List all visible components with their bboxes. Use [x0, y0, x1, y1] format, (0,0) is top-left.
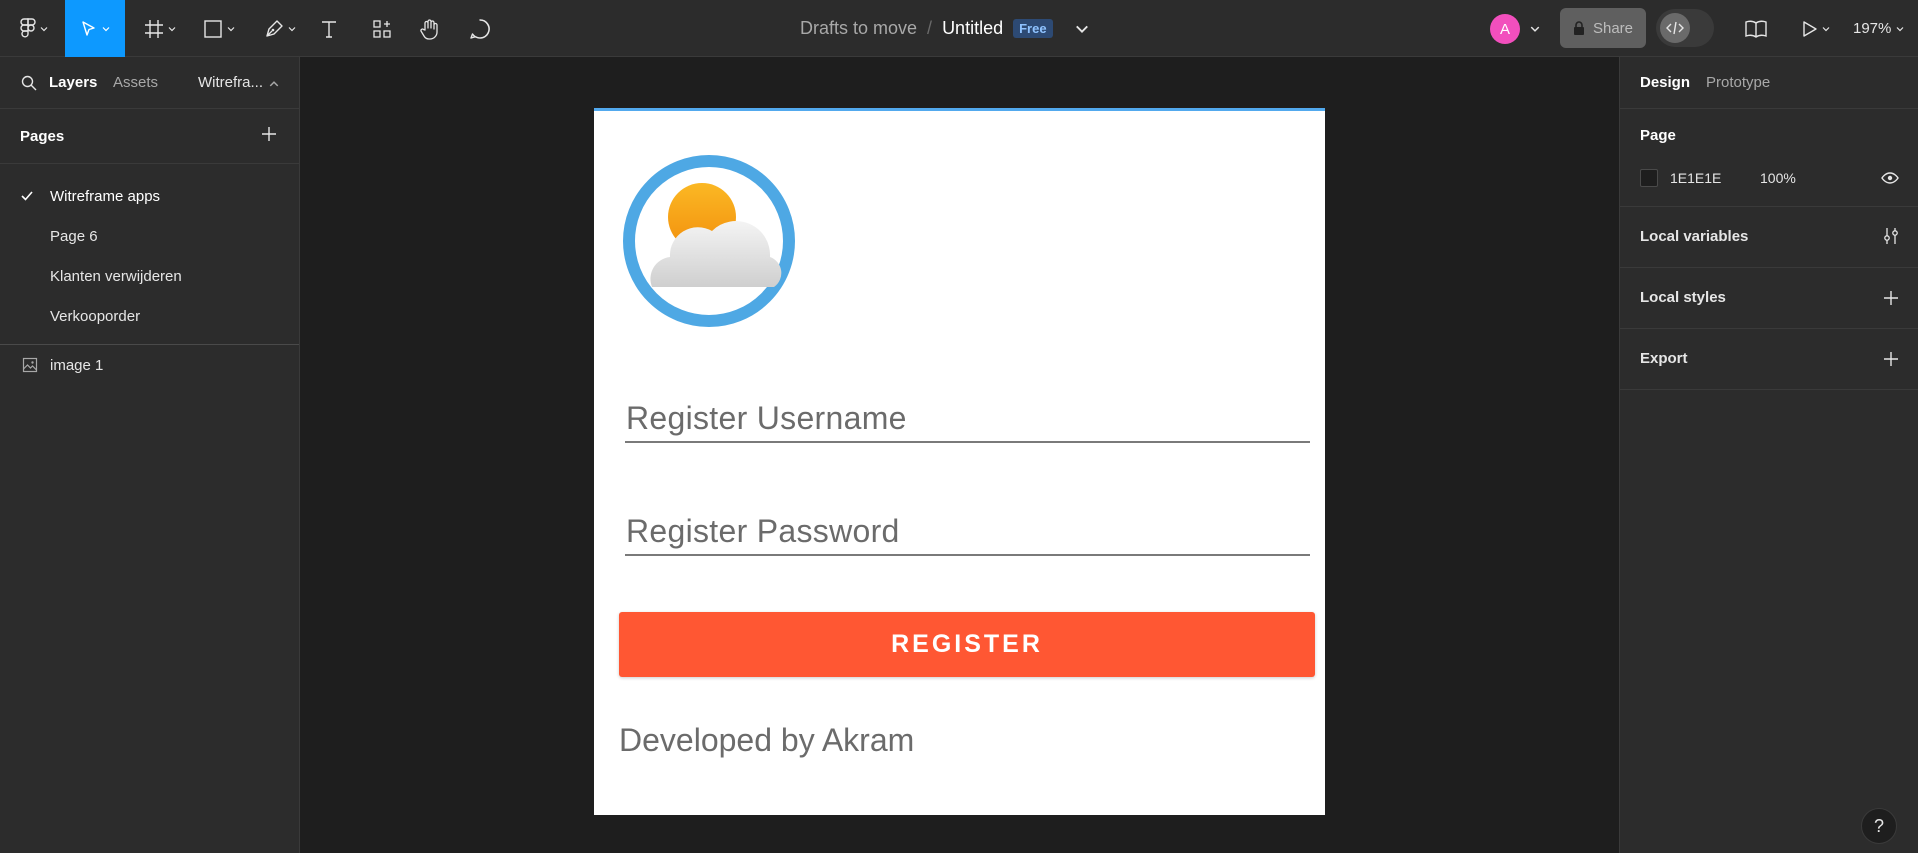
page-section: Page 1E1E1E 100%	[1620, 109, 1918, 207]
plan-badge: Free	[1013, 19, 1053, 38]
frame-selection-edge	[594, 108, 1325, 111]
image-icon	[22, 357, 38, 373]
rectangle-icon	[204, 19, 222, 38]
page-label: Page 6	[50, 227, 98, 245]
page-item-klanten-verwijderen[interactable]: Klanten verwijderen	[0, 256, 299, 296]
text-tool-button[interactable]	[318, 0, 340, 57]
pages-title: Pages	[20, 127, 65, 145]
frame-tool-button[interactable]	[138, 0, 182, 57]
dev-mode-toggle[interactable]	[1656, 9, 1714, 47]
export-title: Export	[1640, 350, 1688, 367]
top-toolbar: Drafts to move / Untitled Free A Share 1…	[0, 0, 1918, 57]
pages-header: Pages	[0, 109, 299, 164]
chevron-down-icon	[40, 26, 48, 31]
password-placeholder: Register Password	[626, 513, 900, 549]
developer-credit: Developed by Akram	[619, 722, 915, 758]
export-section[interactable]: Export	[1620, 329, 1918, 390]
layer-label: image 1	[50, 356, 104, 374]
check-icon	[21, 191, 33, 201]
share-label: Share	[1592, 19, 1634, 37]
username-placeholder: Register Username	[626, 400, 907, 436]
chevron-down-icon	[1896, 26, 1904, 31]
figma-menu-button[interactable]	[14, 0, 54, 57]
comment-icon	[470, 18, 490, 39]
register-button[interactable]: REGISTER	[619, 612, 1315, 677]
resources-tool-button[interactable]	[369, 0, 395, 57]
page-section-title: Page	[1640, 127, 1676, 144]
chevron-down-icon	[288, 26, 296, 31]
chevron-down-icon[interactable]	[1530, 24, 1540, 34]
move-icon	[82, 20, 95, 36]
right-panel-tabs: Design Prototype	[1620, 57, 1918, 109]
chevron-down-icon	[1822, 26, 1830, 31]
local-styles-title: Local styles	[1640, 289, 1726, 306]
file-title[interactable]: Untitled	[942, 18, 1003, 39]
book-icon	[1745, 20, 1767, 38]
page-item-verkooporder[interactable]: Verkooporder	[0, 296, 299, 336]
local-styles-section[interactable]: Local styles	[1620, 268, 1918, 329]
lock-icon	[1573, 21, 1584, 35]
register-username-field[interactable]: Register Username	[625, 395, 1310, 443]
page-item-page-6[interactable]: Page 6	[0, 216, 299, 256]
left-panel: Layers Assets Witrefra... Pages Witrefra…	[0, 57, 300, 853]
page-opacity[interactable]: 100%	[1760, 170, 1796, 186]
page-label: Klanten verwijderen	[50, 267, 182, 285]
add-page-icon[interactable]	[261, 126, 277, 142]
pages-list: Witreframe apps Page 6 Klanten verwijder…	[0, 164, 299, 345]
frame-icon	[145, 19, 163, 38]
zoom-level: 197%	[1853, 20, 1892, 37]
text-icon	[322, 20, 336, 38]
dev-mode-knob	[1660, 13, 1690, 43]
code-icon	[1666, 21, 1684, 35]
plus-icon[interactable]	[1883, 351, 1899, 367]
page-label: Verkooporder	[50, 307, 141, 325]
breadcrumb-separator: /	[927, 18, 933, 38]
comment-tool-button[interactable]	[467, 0, 493, 57]
hand-icon	[420, 18, 438, 40]
present-button[interactable]	[1798, 0, 1834, 57]
breadcrumb[interactable]: Drafts to move	[800, 18, 917, 39]
local-variables-section[interactable]: Local variables	[1620, 207, 1918, 268]
page-item-witreframe-apps[interactable]: Witreframe apps	[0, 176, 299, 216]
share-button[interactable]: Share	[1560, 8, 1646, 48]
resources-icon	[373, 19, 391, 38]
pen-icon	[266, 19, 283, 37]
help-button[interactable]: ?	[1861, 808, 1897, 844]
chevron-down-icon	[227, 26, 235, 31]
pen-tool-button[interactable]	[258, 0, 302, 57]
layer-item-image-1[interactable]: image 1	[0, 345, 299, 385]
file-title-area: Drafts to move / Untitled Free	[800, 0, 1089, 57]
shape-tool-button[interactable]	[197, 0, 241, 57]
left-panel-tabs: Layers Assets Witrefra...	[0, 57, 299, 109]
tab-assets[interactable]: Assets	[113, 74, 158, 91]
chevron-down-icon	[168, 26, 176, 31]
chevron-down-icon[interactable]	[1075, 22, 1089, 36]
page-selector[interactable]: Witrefra...	[198, 74, 263, 91]
library-button[interactable]	[1742, 0, 1770, 57]
chevron-down-icon	[102, 26, 110, 31]
move-tool-button[interactable]	[65, 0, 125, 57]
eye-icon[interactable]	[1881, 171, 1899, 185]
register-password-field[interactable]: Register Password	[625, 508, 1310, 556]
avatar[interactable]: A	[1490, 14, 1520, 44]
right-panel: Design Prototype Page 1E1E1E 100% Local …	[1619, 57, 1918, 853]
local-variables-title: Local variables	[1640, 228, 1749, 245]
page-color-swatch[interactable]	[1640, 169, 1658, 187]
play-icon	[1803, 20, 1817, 37]
plus-icon[interactable]	[1883, 290, 1899, 306]
chevron-up-icon[interactable]	[269, 79, 279, 89]
tab-prototype[interactable]: Prototype	[1706, 74, 1770, 91]
weather-logo-image	[623, 155, 795, 327]
tab-layers[interactable]: Layers	[49, 74, 97, 91]
page-label: Witreframe apps	[50, 187, 161, 205]
tab-design[interactable]: Design	[1640, 74, 1690, 91]
sliders-icon[interactable]	[1883, 227, 1899, 245]
page-color-hex[interactable]: 1E1E1E	[1670, 170, 1721, 186]
hand-tool-button[interactable]	[417, 0, 443, 57]
search-icon[interactable]	[21, 75, 37, 91]
zoom-control[interactable]: 197%	[1853, 0, 1904, 57]
figma-menu-icon	[20, 17, 36, 38]
